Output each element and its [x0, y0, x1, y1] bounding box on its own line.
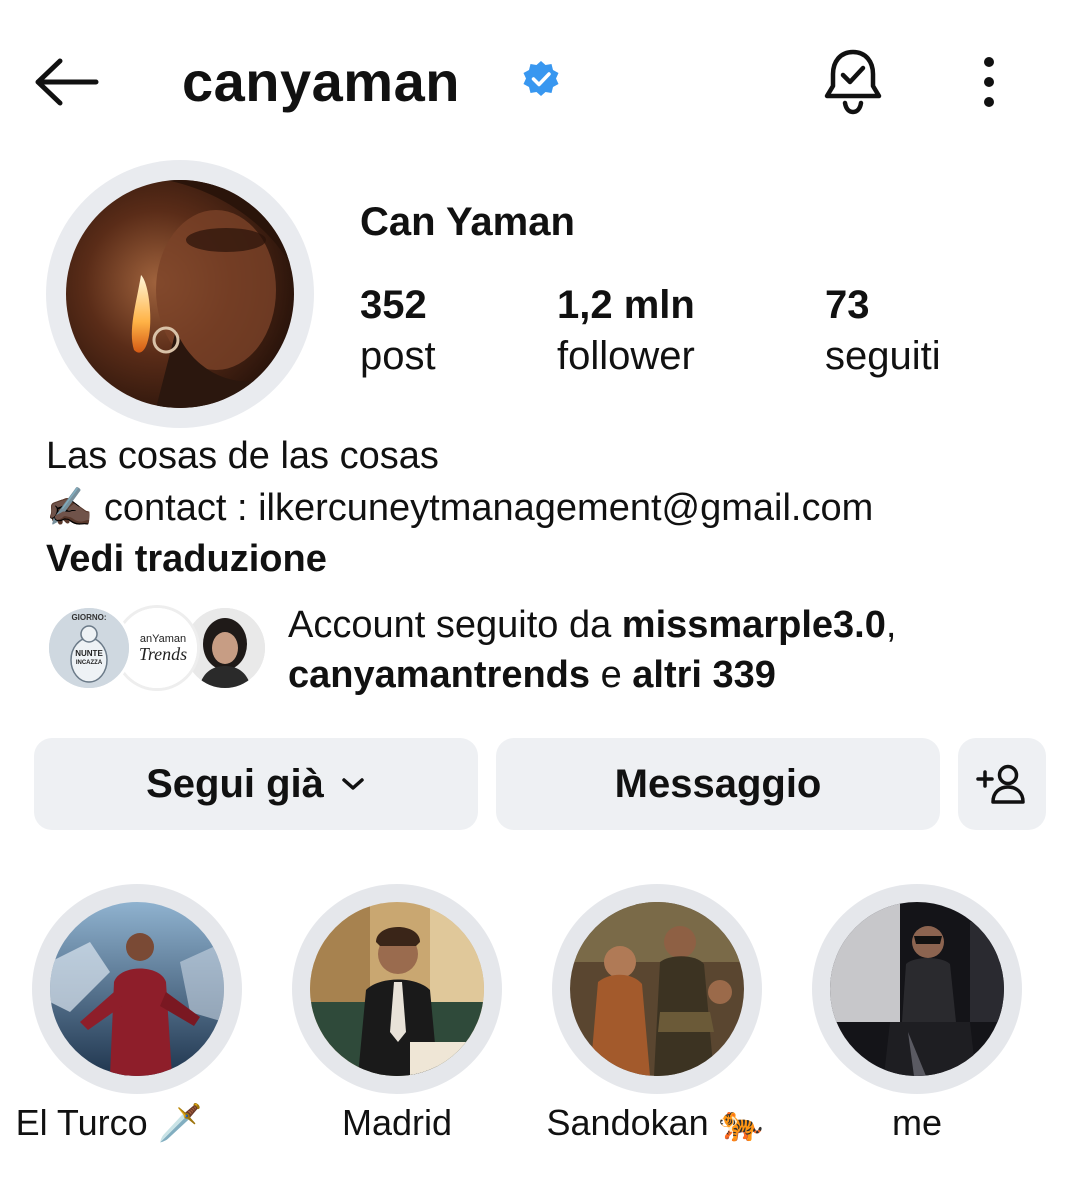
- more-vertical-icon: [984, 57, 994, 107]
- back-button[interactable]: [30, 50, 106, 114]
- see-translation-link[interactable]: Vedi traduzione: [46, 538, 327, 581]
- svg-text:Trends: Trends: [139, 644, 187, 664]
- mutual-prefix: Account seguito da: [288, 604, 622, 646]
- chevron-down-icon: [342, 778, 364, 790]
- suggested-users-button[interactable]: [958, 738, 1046, 830]
- message-button-label: Messaggio: [614, 761, 822, 806]
- arrow-left-icon: [35, 58, 99, 106]
- highlight-cover: [50, 902, 224, 1076]
- writing-hand-emoji: ✍🏿: [46, 487, 94, 529]
- svg-text:GIORNO:: GIORNO:: [71, 613, 106, 622]
- verified-badge-icon: [523, 61, 559, 96]
- mutual-and: e: [590, 654, 633, 696]
- highlight-cover: [310, 902, 484, 1076]
- mutual-avatar-1: GIORNO: NUNTE INCAZZA: [46, 605, 132, 691]
- following-button-label: Segui già: [146, 761, 324, 806]
- highlight-label: Sandokan 🐅: [546, 1102, 764, 1143]
- following-button[interactable]: Segui già: [34, 738, 478, 830]
- svg-text:INCAZZA: INCAZZA: [76, 660, 103, 666]
- highlight-label: Madrid: [341, 1102, 453, 1143]
- highlight-label: El Turco 🗡️: [15, 1102, 203, 1143]
- stat-label: seguiti: [825, 334, 941, 378]
- more-options-button[interactable]: [966, 52, 1012, 112]
- mutual-name-1[interactable]: missmarple3.0: [622, 604, 886, 646]
- mutual-comma: ,: [885, 604, 897, 646]
- stat-value: 1,2 mln: [557, 283, 695, 327]
- bio-contact-text: contact : ilkercuneytmanagement@gmail.co…: [103, 487, 874, 529]
- profile-avatar[interactable]: [66, 180, 294, 408]
- mutual-name-2[interactable]: canyamantrends: [288, 654, 590, 696]
- highlight-cover: [570, 902, 744, 1076]
- stat-following[interactable]: 73 seguiti: [825, 283, 941, 379]
- stat-value: 352: [360, 283, 427, 327]
- mutual-others[interactable]: altri 339: [632, 654, 776, 696]
- svg-text:NUNTE: NUNTE: [75, 649, 103, 658]
- highlight-cover: [830, 902, 1004, 1076]
- bio-contact: ✍🏿 contact : ilkercuneytmanagement@gmail…: [46, 486, 873, 530]
- stat-label: post: [360, 334, 436, 378]
- stat-label: follower: [557, 334, 695, 378]
- mutual-followers-text[interactable]: Account seguito da missmarple3.0, canyam…: [288, 600, 896, 700]
- avatar-photo: [66, 180, 294, 408]
- stat-posts[interactable]: 352 post: [360, 283, 436, 379]
- stat-followers[interactable]: 1,2 mln follower: [557, 283, 695, 379]
- bio-line: Las cosas de las cosas: [46, 435, 439, 477]
- highlight-label: me: [891, 1102, 942, 1143]
- profile-username: canyaman: [182, 50, 460, 113]
- message-button[interactable]: Messaggio: [496, 738, 940, 830]
- notifications-button[interactable]: [818, 46, 888, 118]
- stat-value: 73: [825, 283, 870, 327]
- add-person-icon: [976, 764, 1025, 804]
- bell-check-icon: [824, 49, 882, 115]
- profile-display-name: Can Yaman: [360, 200, 575, 244]
